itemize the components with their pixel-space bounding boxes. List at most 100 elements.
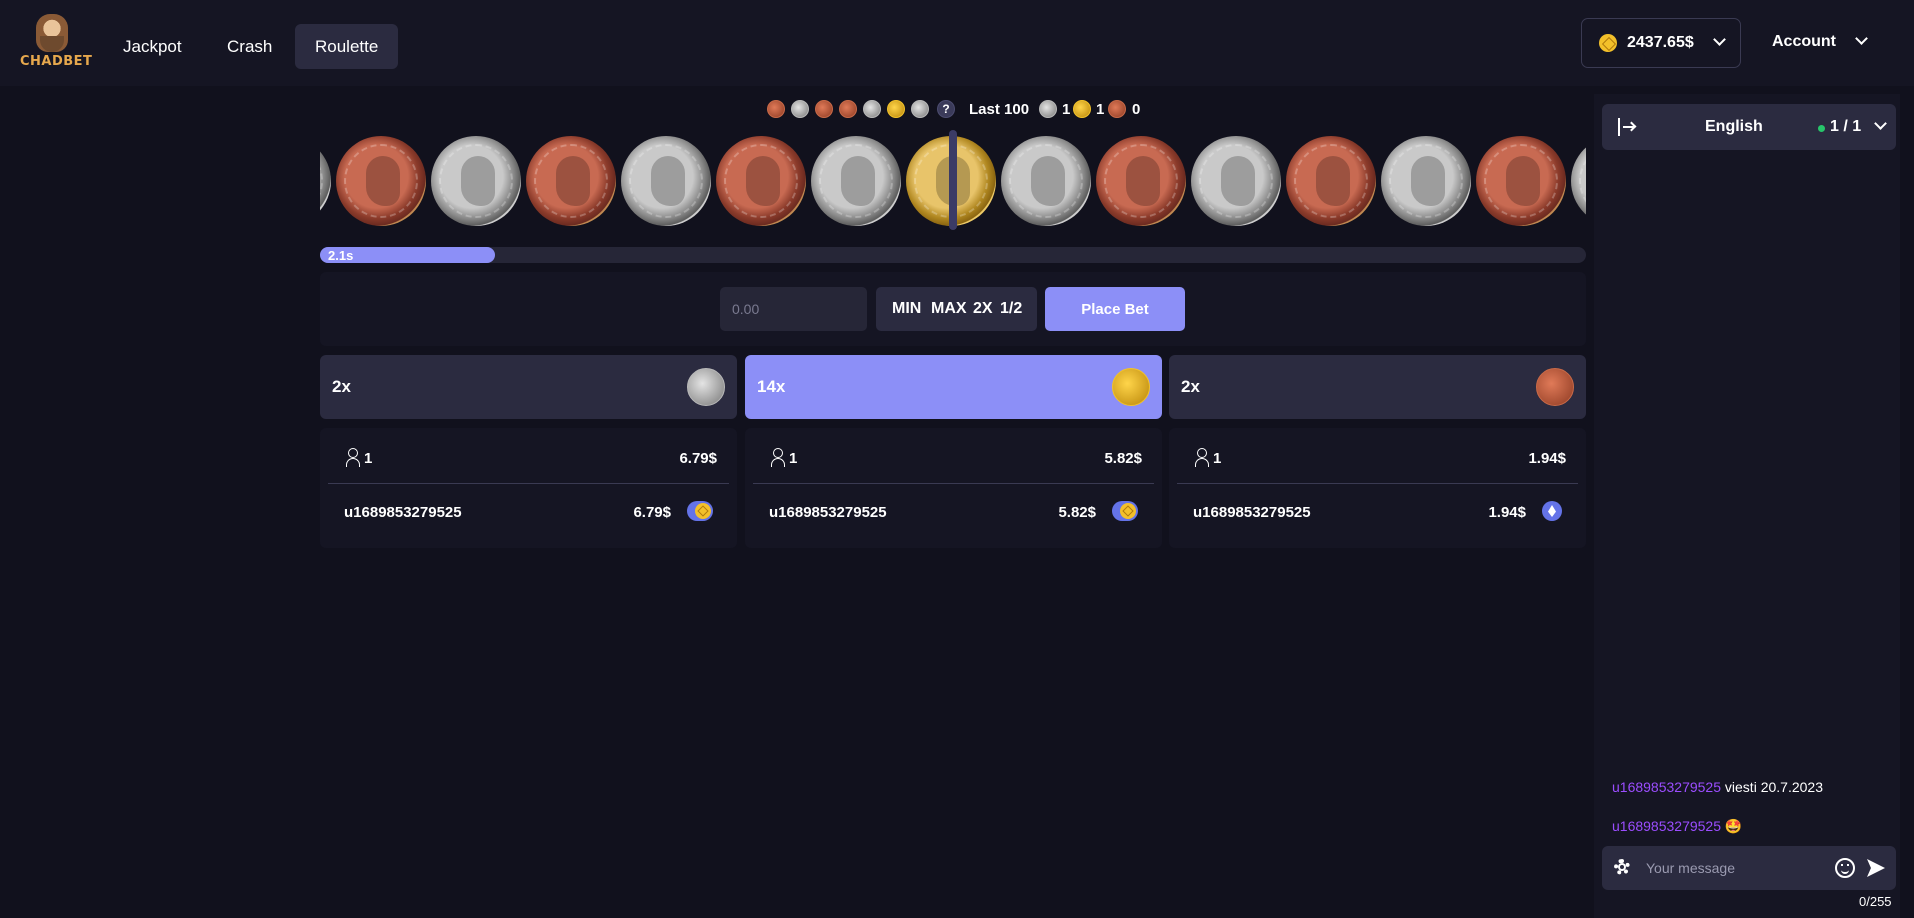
history-help-icon[interactable]: ? [937, 100, 955, 118]
chat-message: u1689853279525 🤩 [1612, 818, 1742, 835]
divider [328, 483, 729, 484]
logo-face-icon [36, 14, 68, 52]
silver-count: 1 [1062, 101, 1071, 118]
silver-coin [320, 136, 331, 226]
emoji-icon[interactable] [1835, 858, 1855, 878]
bets-list-gold: 1 5.82$ u1689853279525 5.82$ [745, 428, 1162, 548]
chevron-down-icon [1713, 33, 1726, 46]
top-navigation-bar: CHADBET Jackpot Crash Roulette 2437.65$ … [0, 0, 1914, 86]
half-button[interactable]: 1/2 [1000, 300, 1022, 318]
total-bet: 1.94$ [1528, 450, 1566, 467]
silver-coin [1191, 136, 1281, 226]
double-button[interactable]: 2X [973, 300, 993, 318]
silver-coin [1001, 136, 1091, 226]
total-bet: 5.82$ [1104, 450, 1142, 467]
collapse-chat-icon[interactable] [1618, 118, 1637, 136]
reel-pointer [949, 130, 957, 230]
bronze-coin [1096, 136, 1186, 226]
bronze-coin [1286, 136, 1376, 226]
send-icon[interactable] [1867, 859, 1885, 877]
countdown-bar: 2.1s [320, 247, 1586, 263]
silver-coin-icon [687, 368, 725, 406]
bronze-coin [526, 136, 616, 226]
silver-coin [1381, 136, 1471, 226]
bet-option-bronze[interactable]: 2x [1169, 355, 1586, 419]
multiplier-label: 2x [1181, 377, 1200, 396]
nav-roulette[interactable]: Roulette [295, 24, 399, 69]
bronze-coin-icon [1536, 368, 1574, 406]
bnb-coin-icon [1599, 34, 1617, 52]
chat-text: viesti 20.7.2023 [1724, 779, 1823, 795]
user-icon [771, 448, 785, 467]
silver-coin-icon [1039, 100, 1057, 118]
history-coin [791, 100, 809, 118]
player-count: 1 [1213, 450, 1222, 467]
bnb-icon [687, 501, 713, 521]
bronze-count: 0 [1132, 101, 1141, 118]
user-icon [346, 448, 360, 467]
chevron-down-icon [1874, 117, 1887, 130]
max-button[interactable]: MAX [931, 300, 967, 318]
nav-crash[interactable]: Crash [207, 24, 292, 69]
nav-jackpot[interactable]: Jackpot [103, 24, 202, 69]
chat-username[interactable]: u1689853279525 [1612, 818, 1721, 834]
multiplier-label: 14x [757, 377, 786, 396]
gear-icon[interactable] [1612, 857, 1632, 877]
eth-icon [1542, 501, 1562, 521]
chat-username[interactable]: u1689853279525 [1612, 779, 1721, 795]
divider [753, 483, 1154, 484]
bet-amount: 6.79$ [633, 504, 671, 521]
chevron-down-icon [1855, 32, 1868, 45]
divider [1177, 483, 1578, 484]
chadbet-logo[interactable]: CHADBET [20, 14, 93, 72]
chat-room-selector[interactable]: English 1 / 1 [1602, 104, 1896, 150]
bet-amount: 1.94$ [1488, 504, 1526, 521]
gold-count: 1 [1096, 101, 1105, 118]
bets-list-silver: 1 6.79$ u1689853279525 6.79$ [320, 428, 737, 548]
bet-username: u1689853279525 [769, 504, 887, 521]
player-count: 1 [364, 450, 373, 467]
multiplier-label: 2x [332, 377, 351, 396]
silver-coin [621, 136, 711, 226]
quick-amount-buttons: MIN MAX 2X 1/2 [876, 287, 1037, 331]
chat-composer [1602, 846, 1896, 890]
account-label: Account [1772, 33, 1836, 50]
bet-option-gold[interactable]: 14x [745, 355, 1162, 419]
chat-message-input[interactable] [1646, 856, 1826, 880]
character-counter: 0/255 [1859, 894, 1892, 909]
chat-language: English [1705, 118, 1763, 135]
account-dropdown[interactable]: Account [1763, 18, 1893, 68]
place-bet-button[interactable]: Place Bet [1045, 287, 1185, 331]
history-coin [863, 100, 881, 118]
history-coin [815, 100, 833, 118]
history-coin [767, 100, 785, 118]
bnb-icon [1112, 501, 1138, 521]
silver-coin [1571, 136, 1586, 226]
bet-amount-input[interactable] [720, 287, 867, 331]
bronze-coin-icon [1108, 100, 1126, 118]
last-100-label: Last 100 [969, 101, 1030, 118]
bet-username: u1689853279525 [1193, 504, 1311, 521]
silver-coin [811, 136, 901, 226]
online-count: 1 / 1 [1830, 118, 1862, 135]
gold-coin-icon [1073, 100, 1091, 118]
total-bet: 6.79$ [679, 450, 717, 467]
bronze-coin [716, 136, 806, 226]
bronze-coin [1476, 136, 1566, 226]
min-button[interactable]: MIN [892, 300, 921, 318]
player-count: 1 [789, 450, 798, 467]
chat-text: 🤩 [1724, 818, 1743, 834]
bet-username: u1689853279525 [344, 504, 462, 521]
logo-text: CHADBET [20, 54, 93, 69]
bets-list-bronze: 1 1.94$ u1689853279525 1.94$ [1169, 428, 1586, 548]
history-coin [911, 100, 929, 118]
balance-dropdown[interactable]: 2437.65$ [1581, 18, 1741, 68]
countdown-label: 2.1s [328, 248, 354, 263]
silver-coin [431, 136, 521, 226]
chat-message: u1689853279525 viesti 20.7.2023 [1612, 779, 1823, 795]
user-icon [1195, 448, 1209, 467]
bronze-coin [336, 136, 426, 226]
bet-option-silver[interactable]: 2x [320, 355, 737, 419]
bet-amount: 5.82$ [1058, 504, 1096, 521]
online-indicator [1818, 125, 1825, 132]
